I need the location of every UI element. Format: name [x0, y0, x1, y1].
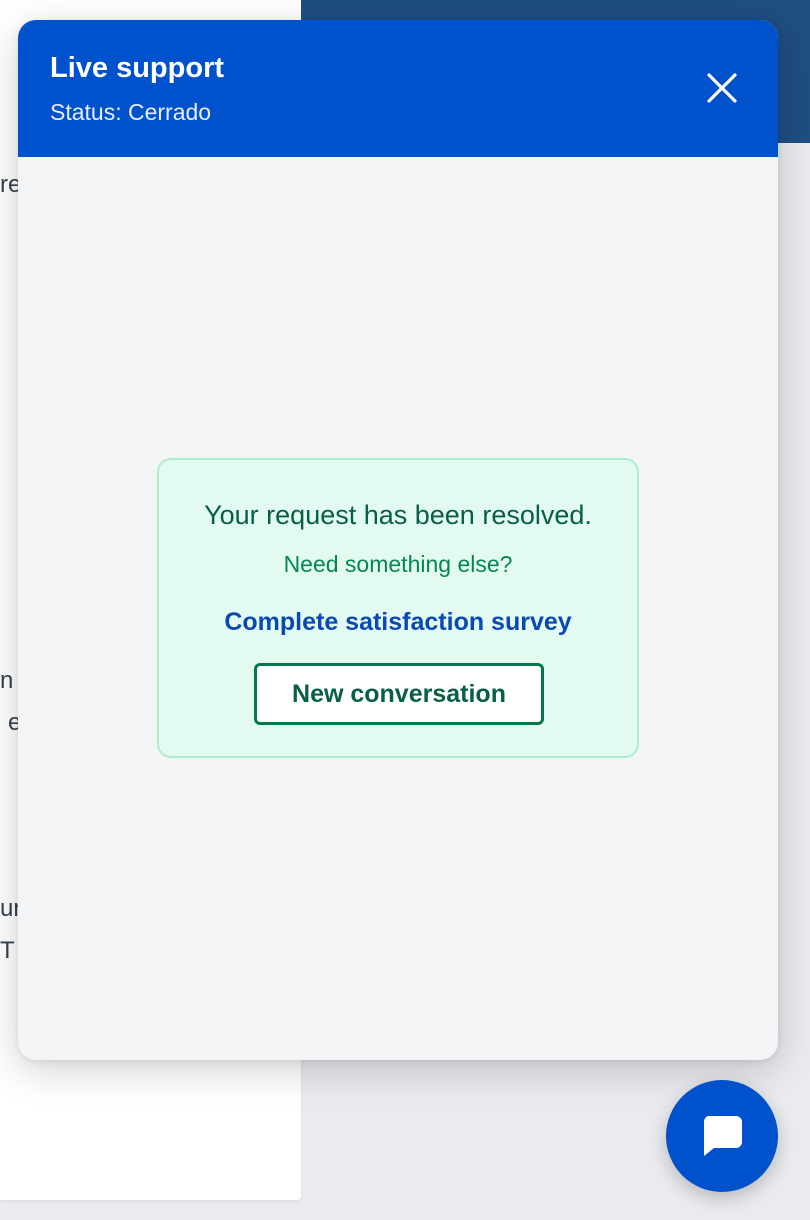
widget-status: Status: Cerrado [50, 99, 212, 125]
close-button[interactable] [694, 60, 750, 116]
widget-header: Live support Status: Cerrado [18, 20, 778, 157]
widget-title: Live support [50, 52, 225, 84]
chat-bubble-icon [703, 1116, 742, 1156]
new-conversation-button[interactable]: New conversation [254, 663, 544, 725]
chat-launcher-button[interactable] [666, 1080, 778, 1192]
resolved-notice: Your request has been resolved. Need som… [157, 458, 639, 758]
satisfaction-survey-link[interactable]: Complete satisfaction survey [159, 606, 637, 638]
close-icon [707, 73, 737, 103]
widget-body: Your request has been resolved. Need som… [18, 157, 778, 1060]
resolved-message: Your request has been resolved. [204, 500, 592, 530]
background-text-fragment: n [0, 667, 14, 694]
background-text-fragment: T [0, 937, 15, 964]
live-support-widget: Live support Status: Cerrado Your reques… [18, 20, 778, 1060]
resolved-question: Need something else? [283, 551, 513, 577]
